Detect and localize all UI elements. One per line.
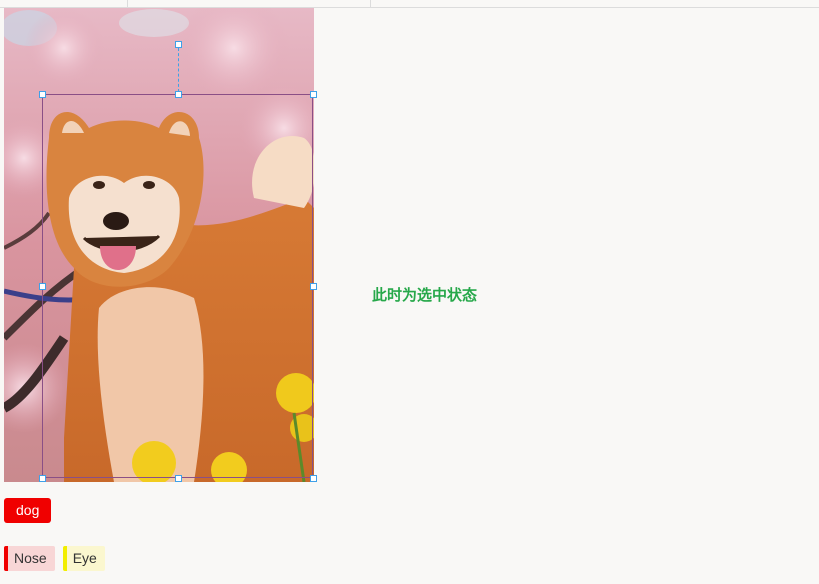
- toolbar-divider: [127, 0, 128, 7]
- tag-label: Nose: [14, 550, 47, 566]
- tag-label: Eye: [72, 550, 97, 566]
- resize-handle-top-left[interactable]: [39, 91, 46, 98]
- resize-handle-bottom[interactable]: [175, 475, 182, 482]
- tag-color-bar: [62, 546, 67, 571]
- resize-handle-top-right[interactable]: [310, 91, 317, 98]
- tag-nose[interactable]: Nose: [4, 546, 55, 571]
- tag-eye[interactable]: Eye: [62, 546, 105, 571]
- rotate-handle[interactable]: [175, 41, 182, 48]
- resize-handle-left[interactable]: [39, 283, 46, 290]
- resize-handle-bottom-left[interactable]: [39, 475, 46, 482]
- label-chip-dog[interactable]: dog: [4, 498, 52, 523]
- selected-bounding-box[interactable]: [42, 94, 313, 478]
- tag-color-bar: [4, 546, 8, 571]
- selection-status-text: 此时为选中状态: [372, 287, 478, 304]
- rotation-guide-line: [178, 48, 179, 92]
- toolbar-divider: [370, 0, 371, 7]
- tag-list: Nose Eye: [4, 546, 105, 571]
- resize-handle-top[interactable]: [175, 91, 182, 98]
- top-toolbar: [0, 0, 819, 8]
- resize-handle-right[interactable]: [310, 283, 317, 290]
- resize-handle-bottom-right[interactable]: [310, 475, 317, 482]
